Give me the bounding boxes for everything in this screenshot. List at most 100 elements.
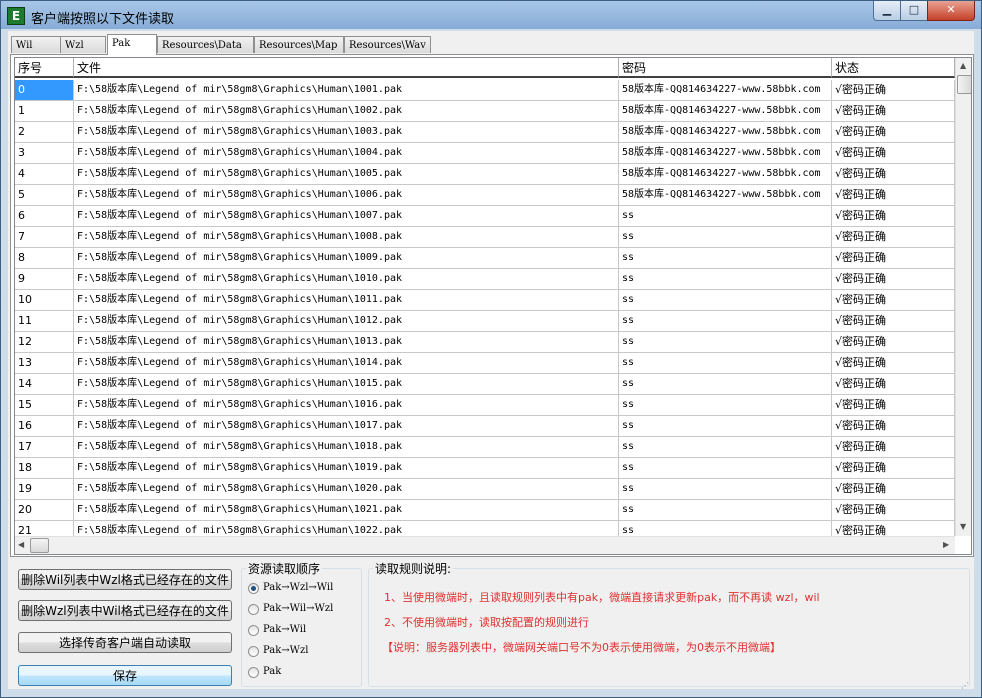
cell-file[interactable]: F:\58版本库\Legend of mir\58gm8\Graphics\Hu… xyxy=(74,206,619,227)
table-row[interactable]: 10 F:\58版本库\Legend of mir\58gm8\Graphics\… xyxy=(15,290,955,311)
cell-file[interactable]: F:\58版本库\Legend of mir\58gm8\Graphics\Hu… xyxy=(74,290,619,311)
table-row[interactable]: 2 F:\58版本库\Legend of mir\58gm8\Graphics\H… xyxy=(15,122,955,143)
vertical-scroll-thumb[interactable] xyxy=(957,75,971,94)
cell-file[interactable]: F:\58版本库\Legend of mir\58gm8\Graphics\Hu… xyxy=(74,416,619,437)
minimize-button[interactable]: ▁ xyxy=(873,1,901,21)
tab-resources-wav[interactable]: Resources\Wav xyxy=(344,36,431,53)
cell-file[interactable]: F:\58版本库\Legend of mir\58gm8\Graphics\Hu… xyxy=(74,80,619,101)
save-button[interactable]: 保存 xyxy=(18,665,232,686)
table-row[interactable]: 5 F:\58版本库\Legend of mir\58gm8\Graphics\H… xyxy=(15,185,955,206)
cell-password[interactable]: ss xyxy=(619,248,832,269)
header-status[interactable]: 状态 xyxy=(832,58,955,78)
table-row[interactable]: 11 F:\58版本库\Legend of mir\58gm8\Graphics\… xyxy=(15,311,955,332)
cell-password[interactable]: ss xyxy=(619,479,832,500)
cell-index[interactable]: 16 xyxy=(15,416,74,437)
cell-status[interactable]: √密码正确 xyxy=(832,353,955,374)
cell-index[interactable]: 13 xyxy=(15,353,74,374)
header-password[interactable]: 密码 xyxy=(619,58,832,78)
file-grid[interactable]: 序号 文件 密码 状态 0 F:\58版本库\Legend of mir\58gm… xyxy=(14,57,972,555)
delete-wzl-button[interactable]: 删除Wzl列表中Wil格式已经存在的文件 xyxy=(18,600,232,621)
cell-status[interactable]: √密码正确 xyxy=(832,416,955,437)
cell-file[interactable]: F:\58版本库\Legend of mir\58gm8\Graphics\Hu… xyxy=(74,332,619,353)
scroll-right-icon[interactable]: ▶ xyxy=(943,540,949,549)
cell-status[interactable]: √密码正确 xyxy=(832,395,955,416)
table-row[interactable]: 9 F:\58版本库\Legend of mir\58gm8\Graphics\H… xyxy=(15,269,955,290)
cell-password[interactable]: ss xyxy=(619,290,832,311)
scroll-left-icon[interactable]: ◀ xyxy=(18,540,24,549)
cell-index[interactable]: 3 xyxy=(15,143,74,164)
cell-index[interactable]: 4 xyxy=(15,164,74,185)
cell-index[interactable]: 9 xyxy=(15,269,74,290)
cell-index[interactable]: 11 xyxy=(15,311,74,332)
header-index[interactable]: 序号 xyxy=(15,58,74,78)
tab-wil[interactable]: Wil xyxy=(11,36,61,53)
table-row[interactable]: 17 F:\58版本库\Legend of mir\58gm8\Graphics\… xyxy=(15,437,955,458)
cell-status[interactable]: √密码正确 xyxy=(832,500,955,521)
cell-status[interactable]: √密码正确 xyxy=(832,248,955,269)
cell-password[interactable]: 58版本库-QQ814634227-www.58bbk.com xyxy=(619,143,832,164)
cell-index[interactable]: 18 xyxy=(15,458,74,479)
cell-password[interactable]: 58版本库-QQ814634227-www.58bbk.com xyxy=(619,122,832,143)
cell-index[interactable]: 15 xyxy=(15,395,74,416)
table-row[interactable]: 13 F:\58版本库\Legend of mir\58gm8\Graphics\… xyxy=(15,353,955,374)
cell-index[interactable]: 8 xyxy=(15,248,74,269)
cell-password[interactable]: ss xyxy=(619,227,832,248)
cell-status[interactable]: √密码正确 xyxy=(832,101,955,122)
maximize-button[interactable]: □ xyxy=(900,1,928,21)
cell-file[interactable]: F:\58版本库\Legend of mir\58gm8\Graphics\Hu… xyxy=(74,374,619,395)
header-file[interactable]: 文件 xyxy=(74,58,619,78)
cell-password[interactable]: ss xyxy=(619,437,832,458)
table-row[interactable]: 16 F:\58版本库\Legend of mir\58gm8\Graphics\… xyxy=(15,416,955,437)
table-row[interactable]: 15 F:\58版本库\Legend of mir\58gm8\Graphics\… xyxy=(15,395,955,416)
cell-file[interactable]: F:\58版本库\Legend of mir\58gm8\Graphics\Hu… xyxy=(74,479,619,500)
cell-file[interactable]: F:\58版本库\Legend of mir\58gm8\Graphics\Hu… xyxy=(74,500,619,521)
cell-file[interactable]: F:\58版本库\Legend of mir\58gm8\Graphics\Hu… xyxy=(74,269,619,290)
cell-password[interactable]: ss xyxy=(619,395,832,416)
cell-password[interactable]: 58版本库-QQ814634227-www.58bbk.com xyxy=(619,80,832,101)
cell-password[interactable]: ss xyxy=(619,374,832,395)
table-row[interactable]: 20 F:\58版本库\Legend of mir\58gm8\Graphics\… xyxy=(15,500,955,521)
tab-resources-map[interactable]: Resources\Map xyxy=(254,36,344,53)
table-row[interactable]: 7 F:\58版本库\Legend of mir\58gm8\Graphics\H… xyxy=(15,227,955,248)
scroll-down-icon[interactable]: ▼ xyxy=(960,522,966,531)
cell-index[interactable]: 6 xyxy=(15,206,74,227)
horizontal-scroll-thumb[interactable] xyxy=(30,538,49,553)
cell-password[interactable]: 58版本库-QQ814634227-www.58bbk.com xyxy=(619,101,832,122)
cell-file[interactable]: F:\58版本库\Legend of mir\58gm8\Graphics\Hu… xyxy=(74,248,619,269)
cell-index[interactable]: 5 xyxy=(15,185,74,206)
cell-file[interactable]: F:\58版本库\Legend of mir\58gm8\Graphics\Hu… xyxy=(74,311,619,332)
cell-file[interactable]: F:\58版本库\Legend of mir\58gm8\Graphics\Hu… xyxy=(74,164,619,185)
cell-file[interactable]: F:\58版本库\Legend of mir\58gm8\Graphics\Hu… xyxy=(74,395,619,416)
cell-file[interactable]: F:\58版本库\Legend of mir\58gm8\Graphics\Hu… xyxy=(74,122,619,143)
tab-pak[interactable]: Pak xyxy=(107,34,157,55)
cell-index[interactable]: 0 xyxy=(15,80,74,101)
cell-index[interactable]: 17 xyxy=(15,437,74,458)
cell-file[interactable]: F:\58版本库\Legend of mir\58gm8\Graphics\Hu… xyxy=(74,227,619,248)
scroll-up-icon[interactable]: ▲ xyxy=(960,61,966,70)
cell-index[interactable]: 7 xyxy=(15,227,74,248)
cell-file[interactable]: F:\58版本库\Legend of mir\58gm8\Graphics\Hu… xyxy=(74,143,619,164)
cell-password[interactable]: ss xyxy=(619,500,832,521)
cell-file[interactable]: F:\58版本库\Legend of mir\58gm8\Graphics\Hu… xyxy=(74,458,619,479)
cell-file[interactable]: F:\58版本库\Legend of mir\58gm8\Graphics\Hu… xyxy=(74,185,619,206)
cell-status[interactable]: √密码正确 xyxy=(832,437,955,458)
table-row[interactable]: 12 F:\58版本库\Legend of mir\58gm8\Graphics\… xyxy=(15,332,955,353)
resize-grip-icon[interactable]: ⋰ xyxy=(961,681,975,691)
cell-status[interactable]: √密码正确 xyxy=(832,290,955,311)
cell-status[interactable]: √密码正确 xyxy=(832,479,955,500)
cell-password[interactable]: 58版本库-QQ814634227-www.58bbk.com xyxy=(619,164,832,185)
cell-password[interactable]: 58版本库-QQ814634227-www.58bbk.com xyxy=(619,185,832,206)
cell-password[interactable]: ss xyxy=(619,458,832,479)
tab-wzl[interactable]: Wzl xyxy=(60,36,106,53)
cell-index[interactable]: 12 xyxy=(15,332,74,353)
tab-resources-data[interactable]: Resources\Data xyxy=(157,36,254,53)
cell-password[interactable]: ss xyxy=(619,353,832,374)
table-row[interactable]: 4 F:\58版本库\Legend of mir\58gm8\Graphics\H… xyxy=(15,164,955,185)
cell-index[interactable]: 20 xyxy=(15,500,74,521)
cell-index[interactable]: 19 xyxy=(15,479,74,500)
cell-password[interactable]: ss xyxy=(619,332,832,353)
table-row[interactable]: 14 F:\58版本库\Legend of mir\58gm8\Graphics\… xyxy=(15,374,955,395)
table-row[interactable]: 1 F:\58版本库\Legend of mir\58gm8\Graphics\H… xyxy=(15,101,955,122)
cell-file[interactable]: F:\58版本库\Legend of mir\58gm8\Graphics\Hu… xyxy=(74,101,619,122)
table-row[interactable]: 6 F:\58版本库\Legend of mir\58gm8\Graphics\H… xyxy=(15,206,955,227)
